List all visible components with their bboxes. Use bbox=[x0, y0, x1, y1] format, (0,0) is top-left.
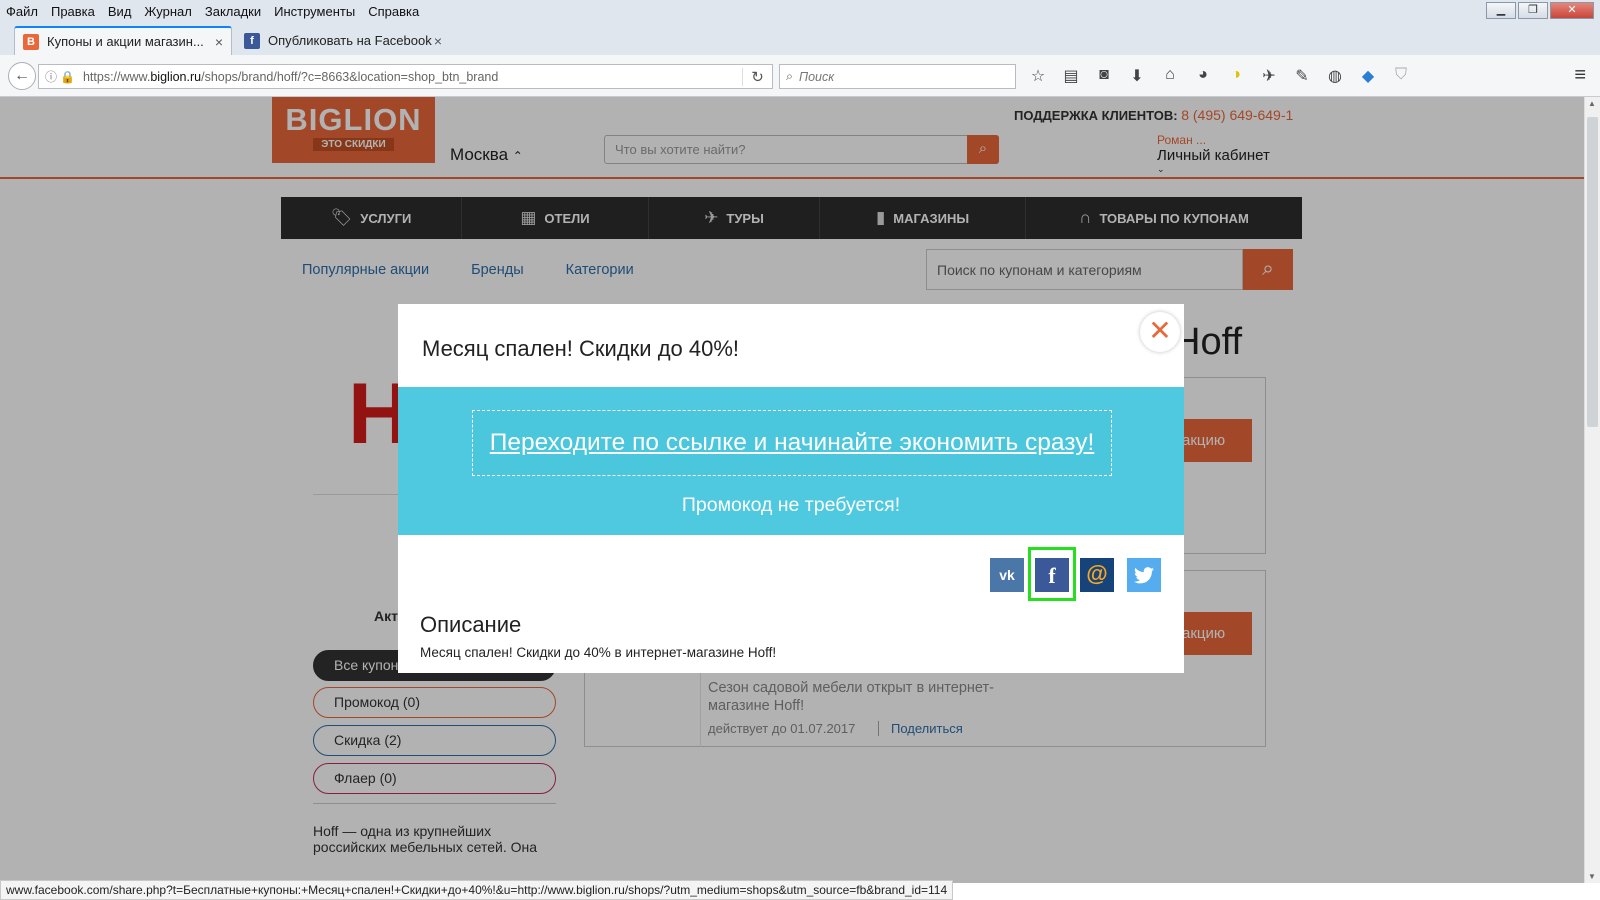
modal-offer-band: Переходите по ссылке и начинайте экономи… bbox=[398, 387, 1184, 535]
tab-facebook[interactable]: f Опубликовать на Facebook × bbox=[236, 26, 450, 55]
window-close-button[interactable]: ✕ bbox=[1550, 2, 1594, 19]
menu-file[interactable]: Файл bbox=[6, 4, 38, 19]
biglion-favicon-icon: В bbox=[23, 33, 39, 50]
description-text: Месяц спален! Скидки до 40% в интернет-м… bbox=[420, 645, 777, 660]
page-viewport: BIGLION ЭТО СКИДКИ Москва ⌃ Что вы хотит… bbox=[0, 97, 1584, 883]
tab-bar: В Купоны и акции магазин... × f Опублико… bbox=[0, 22, 1600, 72]
home-icon[interactable]: ⌂ bbox=[1160, 66, 1180, 86]
hamburger-menu-icon[interactable]: ≡ bbox=[1574, 64, 1586, 87]
extension-globe-icon[interactable]: ◍ bbox=[1325, 66, 1345, 86]
search-placeholder: Поиск bbox=[799, 69, 835, 84]
twitter-share-icon[interactable] bbox=[1127, 558, 1161, 592]
scroll-down-icon[interactable]: ▼ bbox=[1588, 872, 1596, 881]
palette-icon[interactable]: ◕ bbox=[1193, 66, 1213, 86]
pocket-icon[interactable]: ◙ bbox=[1094, 66, 1114, 86]
url-path: /shops/brand/hoff/?c=8663&location=shop_… bbox=[201, 69, 499, 84]
mail-share-icon[interactable]: @ bbox=[1080, 558, 1114, 592]
vk-share-icon[interactable]: vk bbox=[990, 558, 1024, 592]
menu-tools[interactable]: Инструменты bbox=[274, 4, 355, 19]
extension-shield-icon[interactable]: ⛉ bbox=[1391, 66, 1411, 86]
browser-search-input[interactable]: ⌕ Поиск bbox=[779, 64, 1016, 89]
coupon-modal: Месяц спален! Скидки до 40%! ✕ Переходит… bbox=[398, 304, 1184, 673]
url-bar[interactable]: ⓘ 🔒 https://www. biglion.ru/shops/brand/h… bbox=[38, 64, 773, 89]
extension-note-icon[interactable]: ✎ bbox=[1292, 66, 1312, 86]
modal-title: Месяц спален! Скидки до 40%! bbox=[422, 336, 740, 361]
menu-view[interactable]: Вид bbox=[108, 4, 132, 19]
facebook-share-icon[interactable]: f bbox=[1035, 558, 1069, 592]
reading-list-icon[interactable]: ▤ bbox=[1061, 66, 1081, 86]
info-icon[interactable]: ⓘ bbox=[45, 68, 57, 85]
menu-edit[interactable]: Правка bbox=[51, 4, 95, 19]
tab-close-icon[interactable]: × bbox=[434, 33, 442, 49]
tab-biglion[interactable]: В Купоны и акции магазин... × bbox=[14, 26, 232, 55]
offer-link[interactable]: Переходите по ссылке и начинайте экономи… bbox=[472, 410, 1112, 476]
url-domain: biglion.ru bbox=[150, 69, 202, 84]
navigation-toolbar: ← ⓘ 🔒 https://www. biglion.ru/shops/brand… bbox=[0, 55, 1600, 97]
description-heading: Описание bbox=[420, 612, 522, 637]
search-icon: ⌕ bbox=[786, 69, 794, 83]
download-icon[interactable]: ⬇ bbox=[1127, 66, 1147, 86]
menu-bookmarks[interactable]: Закладки bbox=[205, 4, 261, 19]
menu-bar: Файл Правка Вид Журнал Закладки Инструме… bbox=[0, 0, 1600, 22]
minimize-button[interactable]: ▁ bbox=[1486, 2, 1516, 19]
facebook-favicon-icon: f bbox=[244, 32, 260, 49]
scrollbar-thumb[interactable] bbox=[1587, 117, 1598, 427]
url-prefix: https://www. bbox=[82, 69, 151, 84]
vertical-scrollbar[interactable]: ▲ ▼ bbox=[1584, 97, 1600, 883]
restore-button[interactable]: ❐ bbox=[1518, 2, 1548, 19]
lock-icon: 🔒 bbox=[60, 69, 75, 84]
bookmark-star-icon[interactable]: ☆ bbox=[1028, 66, 1048, 86]
toolbar-icons: ☆ ▤ ◙ ⬇ ⌂ ◕ ◑ ✈ ✎ ◍ ◆ ⛉ bbox=[1028, 66, 1411, 86]
scroll-up-icon[interactable]: ▲ bbox=[1588, 99, 1596, 108]
tab-title: Опубликовать на Facebook bbox=[268, 33, 432, 48]
tab-close-icon[interactable]: × bbox=[215, 34, 223, 50]
reload-icon[interactable]: ↻ bbox=[742, 67, 772, 86]
no-promocode-text: Промокод не требуется! bbox=[681, 494, 901, 516]
extension-plane-icon[interactable]: ✈ bbox=[1259, 66, 1279, 86]
extension-diamond-icon[interactable]: ◆ bbox=[1358, 66, 1378, 86]
back-button[interactable]: ← bbox=[8, 62, 36, 90]
window-controls: ▁ ❐ ✕ bbox=[1486, 2, 1594, 19]
status-bar-url: www.facebook.com/share.php?t=Бесплатные+… bbox=[0, 880, 954, 900]
menu-help[interactable]: Справка bbox=[368, 4, 419, 19]
close-icon[interactable]: ✕ bbox=[1140, 312, 1180, 352]
tab-title: Купоны и акции магазин... bbox=[47, 34, 204, 49]
extension-yellow-icon[interactable]: ◑ bbox=[1226, 66, 1246, 86]
menu-history[interactable]: Журнал bbox=[144, 4, 191, 19]
